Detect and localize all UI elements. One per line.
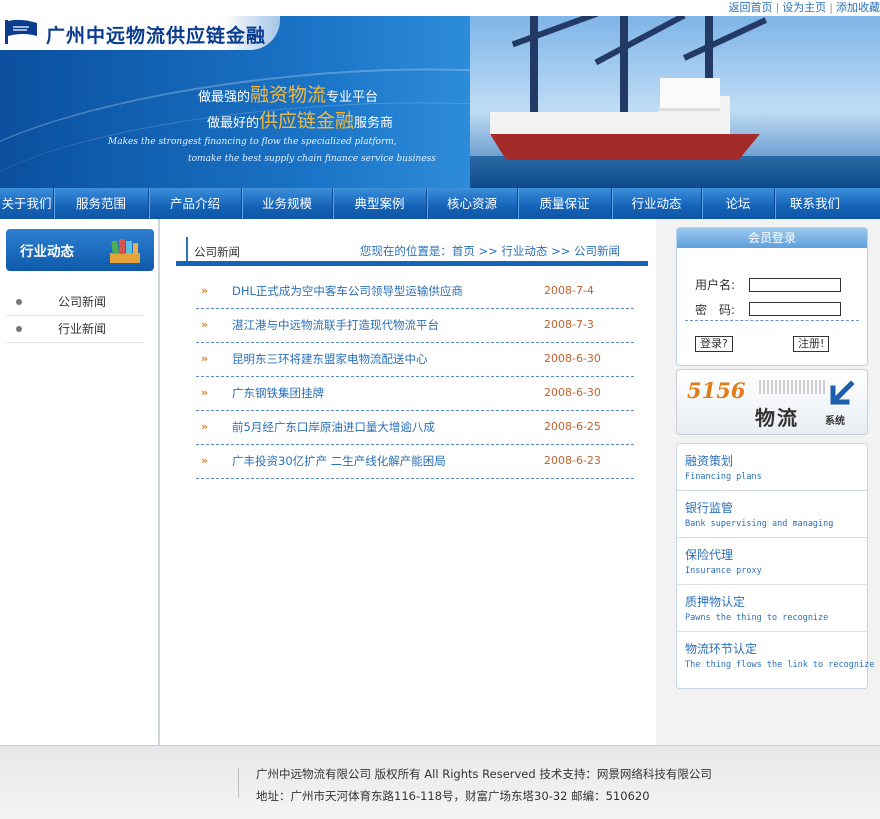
english-slogan-1: Makes the strongest financing to flow th…	[108, 137, 397, 147]
list-item: » 昆明东三环将建东盟家电物流配送中心 2008-6-30	[196, 344, 634, 377]
header-banner: 广州中远物流供应链金融 做最强的融资物流专业平台 做最好的供应链金融服务商 Ma…	[0, 16, 880, 188]
right-sidebar: 会员登录 用户名: 密 码: 登录? 注册! 5156 物流 系统 融资策划 Fi…	[656, 219, 880, 745]
nav-contact[interactable]: 联系我们	[775, 188, 855, 219]
nav-quality[interactable]: 质量保证	[518, 188, 612, 219]
nav-industry-news[interactable]: 行业动态	[612, 188, 702, 219]
news-title-link[interactable]: 广丰投资30亿扩产 二生产线化解产能困局	[232, 446, 446, 476]
bullet-icon	[16, 299, 22, 305]
section-title: 公司新闻	[194, 245, 240, 259]
sidebar-menu: 公司新闻 行业新闻	[6, 289, 144, 343]
double-arrow-icon: »	[201, 454, 209, 467]
divider	[238, 768, 239, 798]
footer: 广州中远物流有限公司 版权所有 All Rights Reserved 技术支持…	[0, 745, 880, 819]
double-arrow-icon: »	[201, 352, 209, 365]
nav-cases[interactable]: 典型案例	[333, 188, 427, 219]
section-header: 公司新闻 您现在的位置是：首页 >> 行业动态 >> 公司新闻	[176, 237, 648, 266]
double-arrow-icon: »	[201, 284, 209, 297]
list-item: » DHL正式成为空中客车公司领导型运输供应商 2008-7-4	[196, 276, 634, 309]
service-pawn-recognition[interactable]: 质押物认定 Pawns the thing to recognize	[677, 585, 867, 632]
list-item: » 湛江港与中远物流联手打造现代物流平台 2008-7-3	[196, 310, 634, 343]
breadcrumb: 您现在的位置是：首页 >> 行业动态 >> 公司新闻	[359, 244, 620, 258]
top-links: 返回首页 | 设为主页 | 添加收藏	[724, 0, 880, 16]
username-input[interactable]	[749, 278, 841, 292]
back-home-link[interactable]: 返回首页	[729, 1, 773, 14]
left-sidebar: 行业动态 公司新闻 行业新闻	[0, 219, 160, 745]
promo-suffix: 系统	[825, 416, 845, 427]
news-title-link[interactable]: 湛江港与中远物流联手打造现代物流平台	[232, 310, 439, 340]
set-homepage-link[interactable]: 设为主页	[782, 1, 826, 14]
main-content: 公司新闻 您现在的位置是：首页 >> 行业动态 >> 公司新闻 » DHL正式成为…	[160, 219, 654, 745]
news-title-link[interactable]: 前5月经广东口岸原油进口量大增逾八成	[232, 412, 435, 442]
register-button[interactable]: 注册!	[793, 336, 830, 352]
news-date: 2008-7-4	[544, 284, 594, 297]
address-text: 地址：广州市天河体育东路116-118号，财富广场东塔30-32 邮编：5106…	[256, 789, 650, 803]
sidebar-item-label: 行业新闻	[58, 322, 107, 336]
nav-forum[interactable]: 论坛	[702, 188, 775, 219]
news-list: » DHL正式成为空中客车公司领导型运输供应商 2008-7-4 » 湛江港与中远物流…	[196, 276, 634, 480]
password-label: 密 码:	[695, 303, 736, 317]
nav-about[interactable]: 关于我们	[0, 188, 54, 219]
login-title: 会员登录	[677, 228, 867, 248]
separator: |	[829, 1, 833, 14]
flag-logo-icon	[5, 19, 37, 44]
service-insurance-proxy[interactable]: 保险代理 Insurance proxy	[677, 538, 867, 585]
list-item: » 前5月经广东口岸原油进口量大增逾八成 2008-6-25	[196, 412, 634, 445]
arrow-down-left-icon	[830, 380, 855, 405]
news-title-link[interactable]: 昆明东三环将建东盟家电物流配送中心	[232, 344, 428, 374]
service-logistics-link[interactable]: 物流环节认定 The thing flows the link to recogn…	[677, 632, 874, 678]
logo-area[interactable]: 广州中远物流供应链金融	[0, 16, 280, 50]
add-favorite-link[interactable]: 添加收藏	[836, 1, 880, 14]
nav-services[interactable]: 服务范围	[54, 188, 149, 219]
promo-number: 5156	[687, 378, 746, 403]
nav-resources[interactable]: 核心资源	[427, 188, 518, 219]
logistics-system-banner[interactable]: 5156 物流 系统	[676, 369, 868, 435]
decorative-pattern	[759, 380, 825, 394]
double-arrow-icon: »	[201, 386, 209, 399]
english-slogan-2: tomake the best supply chain finance ser…	[188, 154, 436, 164]
slogan-line-2: 做最好的供应链金融服务商	[207, 110, 394, 132]
member-login-box: 会员登录 用户名: 密 码: 登录? 注册!	[676, 227, 868, 366]
main-nav: 关于我们 服务范围 产品介绍 业务规模 典型案例 核心资源 质量保证 行业动态 …	[0, 188, 880, 219]
news-date: 2008-7-3	[544, 318, 594, 331]
port-ship-image	[470, 16, 880, 188]
books-icon	[110, 239, 140, 263]
company-name: 广州中远物流供应链金融	[46, 25, 267, 47]
bullet-icon	[16, 326, 22, 332]
sidebar-item-label: 公司新闻	[58, 295, 107, 309]
copyright-text: 广州中远物流有限公司 版权所有 All Rights Reserved 技术支持…	[256, 767, 712, 781]
service-financing-plans[interactable]: 融资策划 Financing plans	[677, 444, 867, 491]
password-input[interactable]	[749, 302, 841, 316]
sidebar-item-industry-news[interactable]: 行业新闻	[6, 316, 144, 343]
nav-scale[interactable]: 业务规模	[242, 188, 333, 219]
news-date: 2008-6-30	[544, 352, 601, 365]
username-label: 用户名:	[695, 278, 736, 292]
divider	[176, 261, 648, 266]
sidebar-title: 行业动态	[20, 244, 74, 260]
login-button[interactable]: 登录?	[695, 336, 733, 352]
list-item: » 广丰投资30亿扩产 二生产线化解产能困局 2008-6-23	[196, 446, 634, 479]
news-date: 2008-6-23	[544, 454, 601, 467]
divider	[186, 237, 188, 261]
double-arrow-icon: »	[201, 318, 209, 331]
list-item: » 广东钢铁集团挂牌 2008-6-30	[196, 378, 634, 411]
nav-products[interactable]: 产品介绍	[149, 188, 242, 219]
sidebar-header: 行业动态	[6, 229, 154, 271]
slogan-line-1: 做最强的融资物流专业平台	[198, 84, 379, 106]
double-arrow-icon: »	[201, 420, 209, 433]
service-bank-supervision[interactable]: 银行监管 Bank supervising and managing	[677, 491, 867, 538]
divider	[685, 320, 859, 321]
news-title-link[interactable]: DHL正式成为空中客车公司领导型运输供应商	[232, 276, 463, 306]
separator: |	[775, 1, 780, 14]
services-list: 融资策划 Financing plans 银行监管 Bank supervising…	[676, 443, 874, 689]
promo-text: 物流	[755, 406, 799, 430]
news-date: 2008-6-30	[544, 386, 601, 399]
news-title-link[interactable]: 广东钢铁集团挂牌	[232, 378, 324, 408]
news-date: 2008-6-25	[544, 420, 601, 433]
sidebar-item-company-news[interactable]: 公司新闻	[6, 289, 144, 316]
